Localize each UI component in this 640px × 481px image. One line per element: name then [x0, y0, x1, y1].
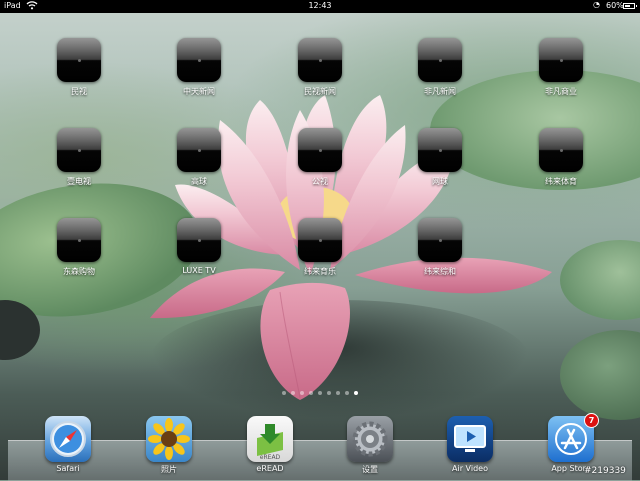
clock: 12:43: [308, 1, 332, 10]
dock-app-air-video[interactable]: Air Video: [435, 416, 505, 473]
app-label: 纬来育乐: [304, 267, 336, 276]
watermark: #219339: [584, 466, 626, 476]
dock: Safari 照片 eREAD eREAD 设置 Air Video App S…: [0, 410, 640, 481]
dock-app-safari[interactable]: Safari: [33, 416, 103, 473]
page-dot: [309, 391, 313, 395]
app-icon-ustv-business[interactable]: 非凡商业: [525, 38, 597, 97]
app-label: 纬来综和: [424, 267, 456, 276]
app-icon-videoland-sports[interactable]: 纬来体育: [525, 128, 597, 187]
page-dot: [282, 391, 286, 395]
page-dot: [345, 391, 349, 395]
dock-label: eREAD: [256, 464, 284, 473]
page-dot: [327, 391, 331, 395]
tv-app-icon: [177, 128, 221, 172]
app-icon-tennis[interactable]: 网球: [404, 128, 476, 187]
page-dot: [291, 391, 295, 395]
dock-label: 照片: [161, 465, 177, 474]
app-icon-videoland-music[interactable]: 纬来育乐: [284, 218, 356, 277]
app-label: 东森购物: [63, 267, 95, 276]
orientation-lock-icon: ◔: [593, 0, 600, 9]
app-label: 壹电视: [67, 177, 91, 186]
sunflower-icon: [146, 416, 192, 462]
dock-app-eread[interactable]: eREAD eREAD: [235, 416, 305, 473]
compass-icon: [45, 416, 91, 462]
status-bar: iPad 12:43 ◔ 60%: [0, 0, 640, 13]
tv-app-icon: [57, 128, 101, 172]
app-icon-next-tv[interactable]: 壹电视: [43, 128, 115, 187]
app-label: 民视: [71, 87, 87, 96]
svg-text:eREAD: eREAD: [260, 454, 281, 461]
tv-app-icon: [298, 38, 342, 82]
tv-app-icon: [177, 38, 221, 82]
app-label: 网球: [432, 177, 448, 186]
tv-app-icon: [418, 128, 462, 172]
page-indicator[interactable]: [0, 391, 640, 395]
app-icon-golf[interactable]: 高球: [163, 128, 235, 187]
page-dot: [354, 391, 358, 395]
app-icon-ctitv-news[interactable]: 中天新闻: [163, 38, 235, 97]
tv-app-icon: [298, 128, 342, 172]
tv-app-icon: [177, 218, 221, 262]
app-label: 公视: [312, 177, 328, 186]
app-label: 非凡商业: [545, 87, 577, 96]
app-label: 纬来体育: [545, 177, 577, 186]
battery-percent: 60%: [606, 1, 624, 10]
gear-icon: [347, 416, 393, 462]
page-dot: [318, 391, 322, 395]
app-icon-luxe-tv[interactable]: LUXE TV: [163, 218, 235, 275]
page-dot: [300, 391, 304, 395]
app-label: 中天新闻: [183, 87, 215, 96]
dock-label: 设置: [362, 465, 378, 474]
app-label: 民视新闻: [304, 87, 336, 96]
app-icon-pts[interactable]: 公视: [284, 128, 356, 187]
dock-label: Safari: [56, 464, 80, 473]
tv-app-icon: [418, 38, 462, 82]
app-label: 非凡新闻: [424, 87, 456, 96]
app-label: 高球: [191, 177, 207, 186]
app-store-badge: 7: [584, 413, 599, 428]
dock-app-photos[interactable]: 照片: [134, 416, 204, 475]
app-icon-minshi[interactable]: 民视: [43, 38, 115, 97]
app-icon-ftv-news[interactable]: 民视新闻: [284, 38, 356, 97]
tv-app-icon: [298, 218, 342, 262]
tv-app-icon: [539, 38, 583, 82]
tv-screen-icon: [447, 416, 493, 462]
tv-app-icon: [57, 218, 101, 262]
tv-app-icon: [57, 38, 101, 82]
tv-app-icon: [539, 128, 583, 172]
dock-app-settings[interactable]: 设置: [335, 416, 405, 475]
app-icon-videoland-variety[interactable]: 纬来综和: [404, 218, 476, 277]
app-label: LUXE TV: [182, 266, 216, 275]
tv-app-icon: [418, 218, 462, 262]
app-icon-ustv-news[interactable]: 非凡新闻: [404, 38, 476, 97]
book-arrow-icon: eREAD: [247, 416, 293, 462]
battery-icon: [623, 3, 637, 9]
app-icon-etmall[interactable]: 东森购物: [43, 218, 115, 277]
page-dot: [336, 391, 340, 395]
dock-label: Air Video: [452, 464, 488, 473]
